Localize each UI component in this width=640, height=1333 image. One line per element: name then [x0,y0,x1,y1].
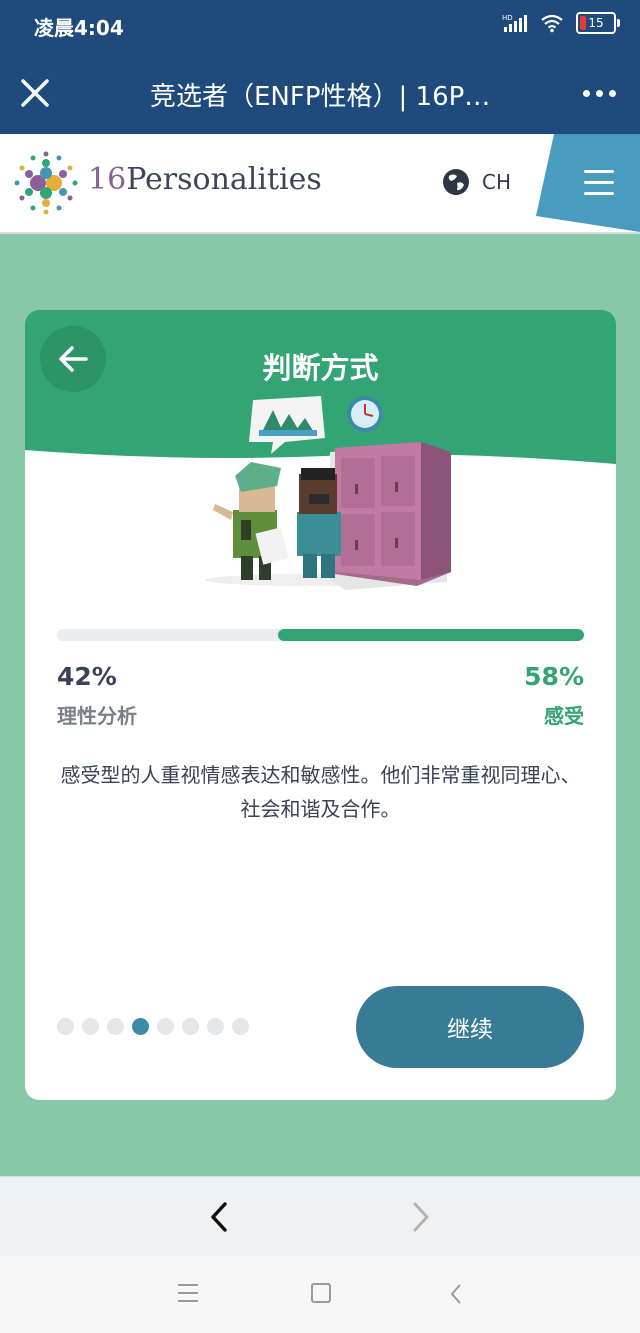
pagination-dot [107,1018,124,1035]
signal-icon: HD [502,14,527,32]
trait-progress-bar [57,629,584,641]
illustration-image [205,396,451,590]
trait-progress-fill [278,629,584,641]
language-label: CH [482,170,512,194]
more-options-icon[interactable] [583,90,616,97]
left-trait-label: 理性分析 [57,704,137,728]
recent-apps-icon[interactable] [178,1284,198,1308]
browser-nav-bar [0,1176,640,1257]
continue-button[interactable]: 继续 [356,986,584,1068]
status-bar: 凌晨4:04 HD 15 [0,0,640,52]
menu-button[interactable] [536,134,640,232]
wifi-icon [541,14,563,33]
brand-name[interactable]: 16Personalities [88,162,322,197]
pagination-dot [232,1018,249,1035]
pagination-dot [57,1018,74,1035]
app-bar: 竞选者（ENFP性格）| 16P… [0,52,640,134]
pagination-dot [132,1018,149,1035]
pagination-dot [82,1018,99,1035]
chevron-left-icon[interactable] [205,1199,235,1235]
chevron-right-icon[interactable] [405,1199,435,1235]
system-nav-bar [0,1256,640,1333]
right-percent: 58% [524,662,584,691]
continue-label: 继续 [447,1017,493,1043]
brand-word: Personalities [126,162,322,197]
brand-number: 16 [88,162,127,197]
network-label: HD [502,14,513,22]
trait-card: 判断方式 42% 理性分析 58% 感受 感受型的人重视情感表达和敏感性。他们非… [25,310,616,1100]
left-percent: 42% [57,662,117,691]
pagination-dot [182,1018,199,1035]
home-icon[interactable] [311,1283,331,1303]
status-time: 凌晨4:04 [34,16,124,40]
battery-icon: 15 [576,12,620,34]
card-title: 判断方式 [262,351,379,385]
trait-description: 感受型的人重视情感表达和敏感性。他们非常重视同理心、社会和谐及合作。 [60,763,581,821]
system-back-icon[interactable] [448,1282,464,1306]
pagination-dot [157,1018,174,1035]
page-title: 竞选者（ENFP性格）| 16P… [150,82,491,112]
pagination-dot [207,1018,224,1035]
logo-icon[interactable] [14,151,78,215]
site-header: 16Personalities CH [0,134,640,234]
language-selector[interactable]: CH [442,168,511,196]
globe-icon [443,169,469,195]
status-icons: HD 15 [502,12,620,34]
battery-level: 15 [588,16,604,30]
pagination-dots [57,1018,249,1035]
right-trait-label: 感受 [544,704,584,728]
hamburger-icon [584,170,614,203]
close-icon[interactable] [18,76,52,110]
